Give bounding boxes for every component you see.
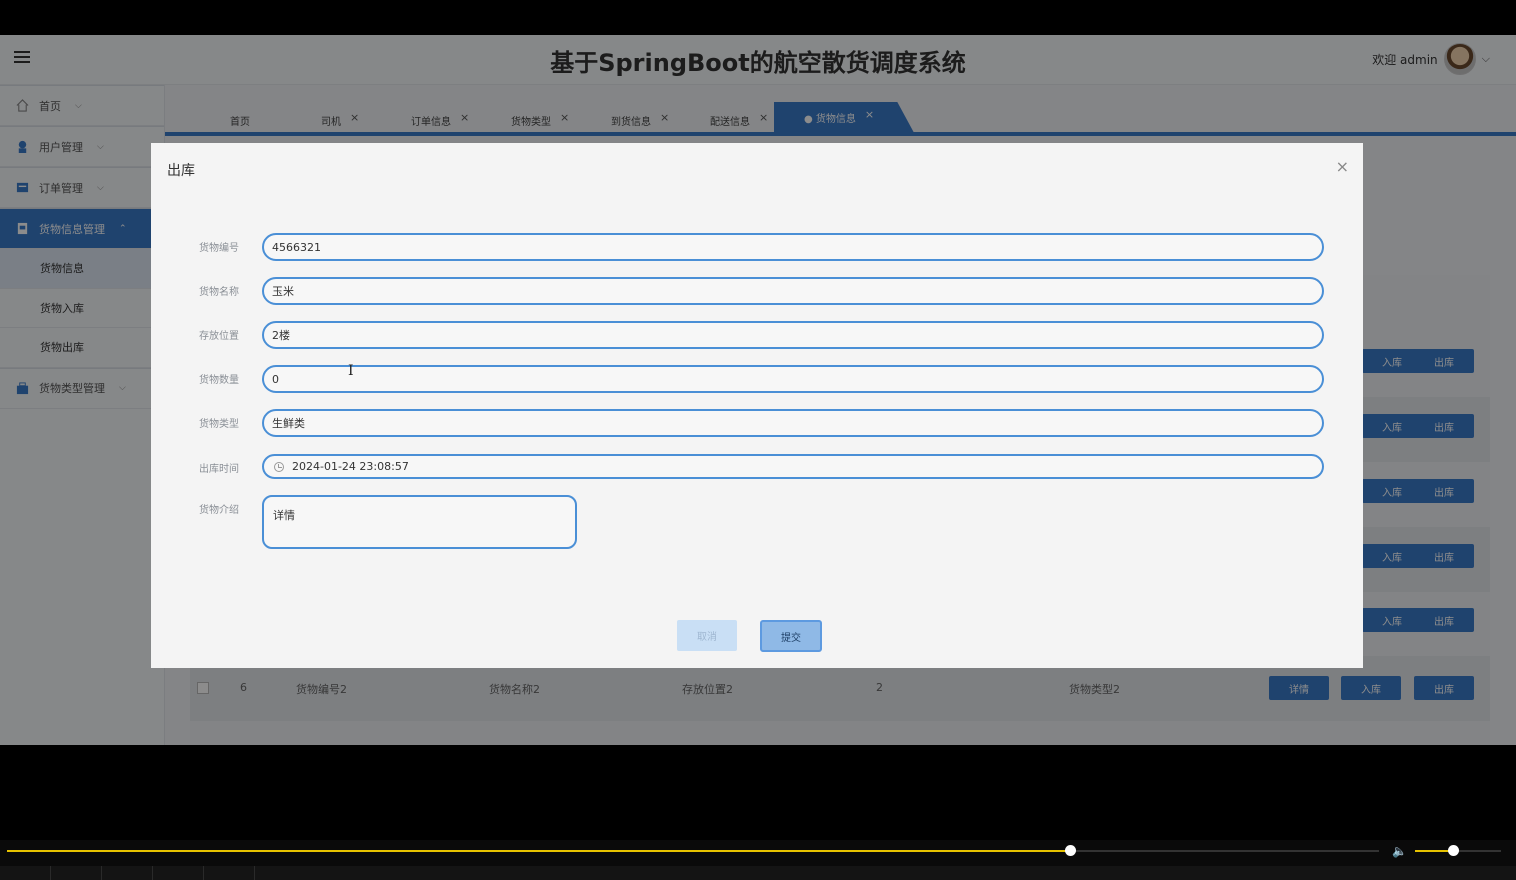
- volume-handle[interactable]: [1447, 845, 1459, 856]
- seek-bar[interactable]: [7, 845, 1379, 856]
- out-time-value: 2024-01-24 23:08:57: [292, 460, 409, 473]
- video-top-letterbox: [0, 0, 1516, 35]
- cargo-code-input[interactable]: 4566321: [262, 233, 1324, 261]
- submit-button[interactable]: 提交: [760, 620, 822, 652]
- intro-textarea[interactable]: 详情: [262, 495, 577, 549]
- field-label: 货物数量: [199, 375, 239, 386]
- app-window: 基于SpringBoot的航空散货调度系统 欢迎 admin ⌵ 首页 ⌵ 用户管…: [0, 35, 1516, 745]
- seek-progress: [7, 850, 1071, 852]
- control-button[interactable]: [102, 866, 153, 880]
- video-player-controls: 🔈: [0, 840, 1516, 880]
- out-time-picker[interactable]: 2024-01-24 23:08:57: [262, 454, 1324, 479]
- field-label: 存放位置: [199, 331, 239, 342]
- control-button[interactable]: [0, 866, 51, 880]
- control-strip: [0, 866, 1516, 880]
- control-button[interactable]: [153, 866, 204, 880]
- cancel-button[interactable]: 取消: [677, 620, 737, 651]
- text-cursor-icon: I: [348, 363, 354, 379]
- clock-icon: [274, 461, 284, 472]
- field-label: 货物类型: [199, 419, 239, 430]
- quantity-input[interactable]: 0: [262, 365, 1324, 393]
- control-button[interactable]: [51, 866, 102, 880]
- cargo-name-input[interactable]: 玉米: [262, 277, 1324, 305]
- field-label: 出库时间: [199, 464, 239, 475]
- video-bottom-letterbox: [0, 745, 1516, 840]
- dialog-title: 出库: [167, 163, 195, 179]
- volume-icon[interactable]: 🔈: [1392, 844, 1407, 858]
- volume-slider[interactable]: [1415, 845, 1501, 856]
- field-label: 货物名称: [199, 287, 239, 298]
- field-label: 货物介绍: [199, 505, 239, 516]
- field-label: 货物编号: [199, 243, 239, 254]
- cargo-type-input[interactable]: 生鲜类: [262, 409, 1324, 437]
- control-button[interactable]: [204, 866, 255, 880]
- stock-out-dialog: 出库 × 货物编号 4566321 货物名称 玉米 存放位置 2楼 货物数量 0…: [151, 143, 1363, 668]
- close-icon[interactable]: ×: [1336, 157, 1349, 176]
- location-input[interactable]: 2楼: [262, 321, 1324, 349]
- seek-handle[interactable]: [1065, 845, 1077, 856]
